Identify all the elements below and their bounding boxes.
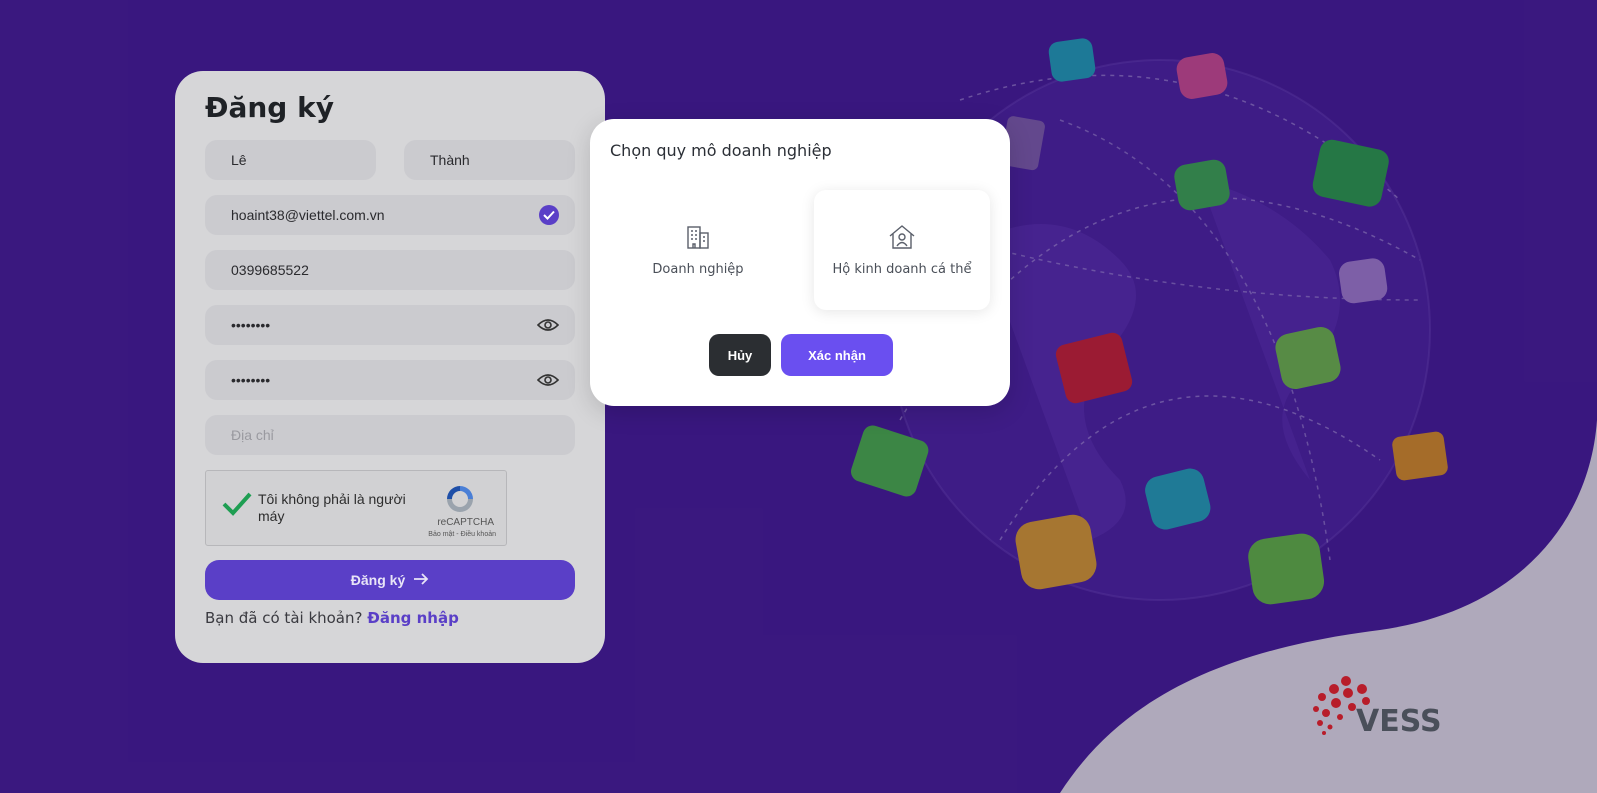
business-scale-modal: Chọn quy mô doanh nghiệp Doanh nghiệp Hộ…	[590, 119, 1010, 406]
recaptcha-box[interactable]: Tôi không phải là người máy reCAPTCHA Bả…	[205, 470, 507, 546]
login-link[interactable]: Đăng nhập	[367, 609, 459, 627]
eye-icon[interactable]	[537, 317, 559, 333]
have-account-text: Bạn đã có tài khoản?	[205, 609, 363, 627]
vess-logo-image: VESS	[1313, 676, 1442, 739]
password-field[interactable]: ••••••••	[205, 305, 575, 345]
register-card: Đăng ký Lê Thành hoaint38@viettel.com.vn…	[175, 71, 605, 663]
phone-value: 0399685522	[231, 262, 309, 278]
register-submit-label: Đăng ký	[350, 572, 406, 588]
vess-logo: VESS	[1308, 675, 1468, 750]
captcha-terms[interactable]: Bảo mật - Điều khoản	[428, 531, 496, 538]
modal-title: Chọn quy mô doanh nghiệp	[610, 141, 832, 160]
recaptcha-icon	[444, 483, 476, 520]
option-household-business[interactable]: Hộ kinh doanh cá thể	[814, 190, 990, 310]
option-enterprise[interactable]: Doanh nghiệp	[610, 190, 786, 310]
register-title: Đăng ký	[205, 91, 334, 124]
check-circle-icon	[539, 205, 559, 225]
address-field[interactable]: Địa chỉ	[205, 415, 575, 455]
building-icon	[685, 224, 711, 254]
first-name-value: Lê	[231, 152, 247, 168]
house-user-icon	[888, 224, 916, 254]
captcha-label: Tôi không phải là người máy	[258, 491, 406, 524]
first-name-field[interactable]: Lê	[205, 140, 376, 180]
arrow-right-icon	[413, 572, 429, 588]
email-value: hoaint38@viettel.com.vn	[231, 207, 385, 223]
captcha-checkmark-icon[interactable]	[222, 491, 252, 522]
confirm-password-value: ••••••••	[231, 372, 271, 388]
eye-icon[interactable]	[537, 372, 559, 388]
phone-field[interactable]: 0399685522	[205, 250, 575, 290]
register-submit-button[interactable]: Đăng ký	[205, 560, 575, 600]
vess-logo-text: VESS	[1356, 704, 1442, 739]
confirm-password-field[interactable]: ••••••••	[205, 360, 575, 400]
last-name-value: Thành	[430, 152, 470, 168]
login-prompt: Bạn đã có tài khoản? Đăng nhập	[205, 609, 575, 627]
captcha-brand: reCAPTCHA	[437, 517, 494, 528]
address-placeholder: Địa chỉ	[231, 427, 274, 443]
password-value: ••••••••	[231, 317, 271, 333]
option-household-label: Hộ kinh doanh cá thể	[832, 261, 972, 277]
email-field[interactable]: hoaint38@viettel.com.vn	[205, 195, 575, 235]
cancel-button[interactable]: Hủy	[709, 334, 771, 376]
last-name-field[interactable]: Thành	[404, 140, 575, 180]
confirm-button[interactable]: Xác nhận	[781, 334, 893, 376]
option-enterprise-label: Doanh nghiệp	[652, 261, 744, 277]
